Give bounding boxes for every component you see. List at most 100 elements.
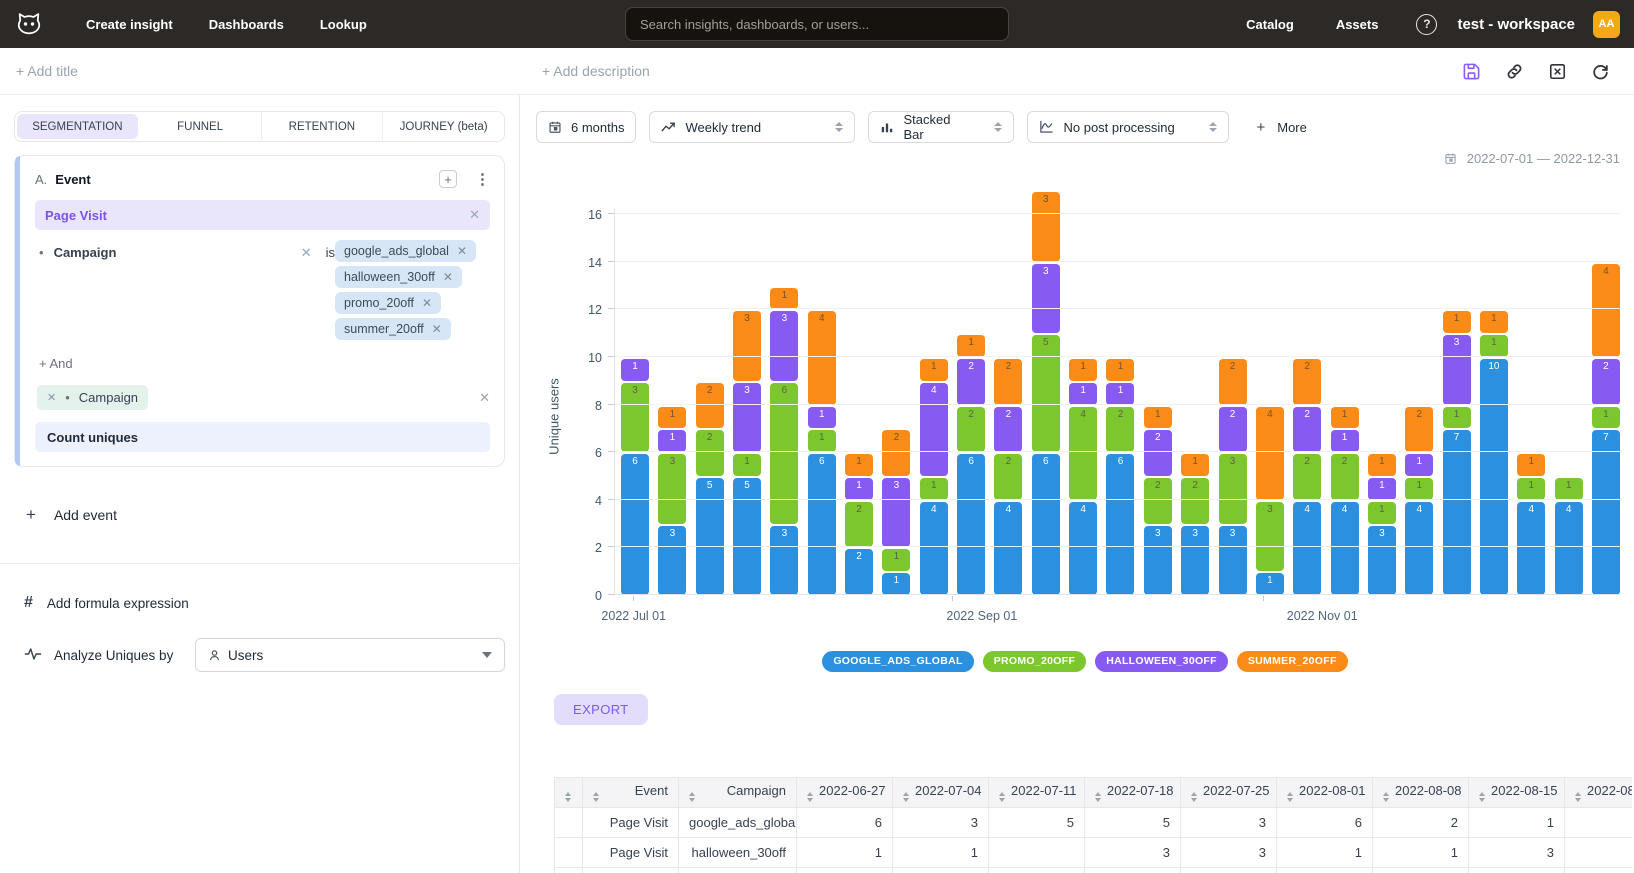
bar-segment-summer_20off[interactable]: 1 xyxy=(920,359,948,381)
bar-segment-summer_20off[interactable]: 1 xyxy=(1181,454,1209,476)
bar-segment-halloween_30off[interactable]: 1 xyxy=(1069,383,1097,405)
export-button[interactable]: EXPORT xyxy=(554,694,648,725)
bar-segment-halloween_30off[interactable]: 1 xyxy=(658,430,686,452)
event-menu-icon[interactable]: ⋮ xyxy=(475,170,490,188)
bar-segment-halloween_30off[interactable]: 2 xyxy=(1293,407,1321,453)
bar-segment-summer_20off[interactable]: 3 xyxy=(733,311,761,380)
bar-segment-halloween_30off[interactable]: 3 xyxy=(733,383,761,452)
bar-segment-summer_20off[interactable]: 4 xyxy=(808,311,836,404)
bar-segment-promo_20off[interactable]: 3 xyxy=(621,383,649,452)
clear-chart-icon[interactable] xyxy=(1548,62,1567,81)
bar-segment-promo_20off[interactable]: 1 xyxy=(1480,335,1508,357)
bar-segment-halloween_30off[interactable]: 3 xyxy=(770,311,798,380)
sort-icon[interactable] xyxy=(1287,792,1293,802)
bar-segment-promo_20off[interactable]: 2 xyxy=(845,502,873,548)
sort-icon[interactable] xyxy=(903,792,909,802)
bar-segment-halloween_30off[interactable]: 1 xyxy=(808,407,836,429)
sort-icon[interactable] xyxy=(807,792,813,802)
tab-retention[interactable]: RETENTION xyxy=(262,112,384,141)
bar-segment-promo_20off[interactable]: 2 xyxy=(1331,454,1359,500)
bar-segment-summer_20off[interactable]: 2 xyxy=(1405,407,1433,453)
bar-segment-promo_20off[interactable]: 3 xyxy=(1219,454,1247,523)
bar-segment-promo_20off[interactable]: 2 xyxy=(1144,478,1172,524)
tab-journey-beta-[interactable]: JOURNEY (beta) xyxy=(383,112,504,141)
bar-segment-summer_20off[interactable]: 2 xyxy=(994,359,1022,405)
bar-segment-google_ads_global[interactable]: 6 xyxy=(1106,454,1134,595)
column-header-2022-06-27[interactable]: 2022-06-27 xyxy=(797,777,893,807)
bar-segment-summer_20off[interactable]: 2 xyxy=(1219,359,1247,405)
bar-segment-promo_20off[interactable]: 3 xyxy=(1256,502,1284,571)
column-header-2022-07-11[interactable]: 2022-07-11 xyxy=(989,777,1085,807)
legend-pill-halloween_30off[interactable]: HALLOWEEN_30OFF xyxy=(1095,651,1228,672)
duplicate-event-icon[interactable]: + xyxy=(439,170,457,188)
bar-segment-google_ads_global[interactable]: 6 xyxy=(1032,454,1060,595)
add-title-field[interactable]: + Add title xyxy=(16,63,78,79)
filter-value-chip[interactable]: promo_20off✕ xyxy=(335,292,441,314)
column-header-event[interactable]: Event xyxy=(583,777,679,807)
bar-segment-promo_20off[interactable]: 1 xyxy=(1405,478,1433,500)
nav-catalog[interactable]: Catalog xyxy=(1228,9,1312,40)
filter-operator[interactable]: is xyxy=(326,245,335,260)
remove-chip-icon[interactable]: ✕ xyxy=(443,270,453,284)
bar-segment-promo_20off[interactable]: 1 xyxy=(1368,502,1396,524)
bar-segment-google_ads_global[interactable]: 4 xyxy=(1331,502,1359,595)
add-and-condition[interactable]: + And xyxy=(35,356,490,371)
bar-segment-halloween_30off[interactable]: 3 xyxy=(882,478,910,547)
bar-segment-promo_20off[interactable]: 4 xyxy=(1069,407,1097,500)
bar-segment-promo_20off[interactable]: 1 xyxy=(920,478,948,500)
bar-segment-google_ads_global[interactable]: 3 xyxy=(1181,526,1209,595)
filter-value-chip[interactable]: google_ads_global✕ xyxy=(335,240,476,262)
bar-segment-halloween_30off[interactable]: 1 xyxy=(1368,478,1396,500)
bar-segment-halloween_30off[interactable]: 1 xyxy=(845,478,873,500)
remove-chip-icon[interactable]: ✕ xyxy=(432,322,442,336)
bar-segment-halloween_30off[interactable]: 3 xyxy=(1032,264,1060,333)
nav-lookup[interactable]: Lookup xyxy=(302,9,385,40)
column-header-2022-08-08[interactable]: 2022-08-08 xyxy=(1373,777,1469,807)
sort-icon[interactable] xyxy=(1383,792,1389,802)
remove-breakdown-icon[interactable]: ✕ xyxy=(47,391,56,404)
add-formula-button[interactable]: # Add formula expression xyxy=(14,594,505,612)
bar-segment-halloween_30off[interactable]: 2 xyxy=(1144,430,1172,476)
bar-segment-summer_20off[interactable]: 4 xyxy=(1592,264,1620,357)
column-header-blank[interactable] xyxy=(555,777,583,807)
trend-select[interactable]: Weekly trend xyxy=(649,111,855,143)
save-icon[interactable] xyxy=(1462,62,1481,81)
column-header-2022-08-01[interactable]: 2022-08-01 xyxy=(1277,777,1373,807)
bar-segment-google_ads_global[interactable]: 6 xyxy=(621,454,649,595)
bar-segment-google_ads_global[interactable]: 4 xyxy=(1555,502,1583,595)
bar-segment-summer_20off[interactable]: 2 xyxy=(882,430,910,476)
sort-icon[interactable] xyxy=(565,792,571,802)
bar-segment-google_ads_global[interactable]: 4 xyxy=(1069,502,1097,595)
bar-segment-promo_20off[interactable]: 1 xyxy=(1555,478,1583,500)
bar-segment-google_ads_global[interactable]: 5 xyxy=(733,478,761,595)
sort-icon[interactable] xyxy=(1479,792,1485,802)
bar-segment-halloween_30off[interactable]: 3 xyxy=(1443,335,1471,404)
bar-segment-summer_20off[interactable]: 1 xyxy=(1106,359,1134,381)
bar-segment-promo_20off[interactable]: 2 xyxy=(1293,454,1321,500)
legend-pill-promo_20off[interactable]: PROMO_20OFF xyxy=(983,651,1086,672)
bar-segment-google_ads_global[interactable]: 7 xyxy=(1592,430,1620,595)
bar-segment-google_ads_global[interactable]: 4 xyxy=(920,502,948,595)
bar-segment-halloween_30off[interactable]: 1 xyxy=(1405,454,1433,476)
bar-segment-google_ads_global[interactable]: 3 xyxy=(1219,526,1247,595)
column-header-2022-07-25[interactable]: 2022-07-25 xyxy=(1181,777,1277,807)
column-header-2022-07-04[interactable]: 2022-07-04 xyxy=(893,777,989,807)
legend-pill-summer_20off[interactable]: SUMMER_20OFF xyxy=(1237,651,1348,672)
bar-segment-promo_20off[interactable]: 5 xyxy=(1032,335,1060,452)
share-link-icon[interactable] xyxy=(1505,62,1524,81)
column-header-2022-07-18[interactable]: 2022-07-18 xyxy=(1085,777,1181,807)
breakdown-chip[interactable]: ✕ • Campaign xyxy=(37,385,148,410)
bar-segment-halloween_30off[interactable]: 2 xyxy=(1592,359,1620,405)
bar-segment-summer_20off[interactable]: 1 xyxy=(658,407,686,429)
event-select[interactable]: Page Visit ✕ xyxy=(35,200,490,230)
bar-segment-google_ads_global[interactable]: 2 xyxy=(845,549,873,595)
workspace-name[interactable]: test - workspace xyxy=(1457,16,1575,33)
bar-segment-halloween_30off[interactable]: 1 xyxy=(621,359,649,381)
post-processing-select[interactable]: No post processing xyxy=(1027,111,1229,143)
bar-segment-promo_20off[interactable]: 2 xyxy=(994,454,1022,500)
column-header-2022-08-22[interactable]: 2022-08-22 xyxy=(1565,777,1633,807)
bar-segment-summer_20off[interactable]: 2 xyxy=(1293,359,1321,405)
filter-property[interactable]: Campaign xyxy=(54,245,291,260)
date-range-button[interactable]: 6 months xyxy=(536,111,636,143)
bar-segment-promo_20off[interactable]: 1 xyxy=(808,430,836,452)
